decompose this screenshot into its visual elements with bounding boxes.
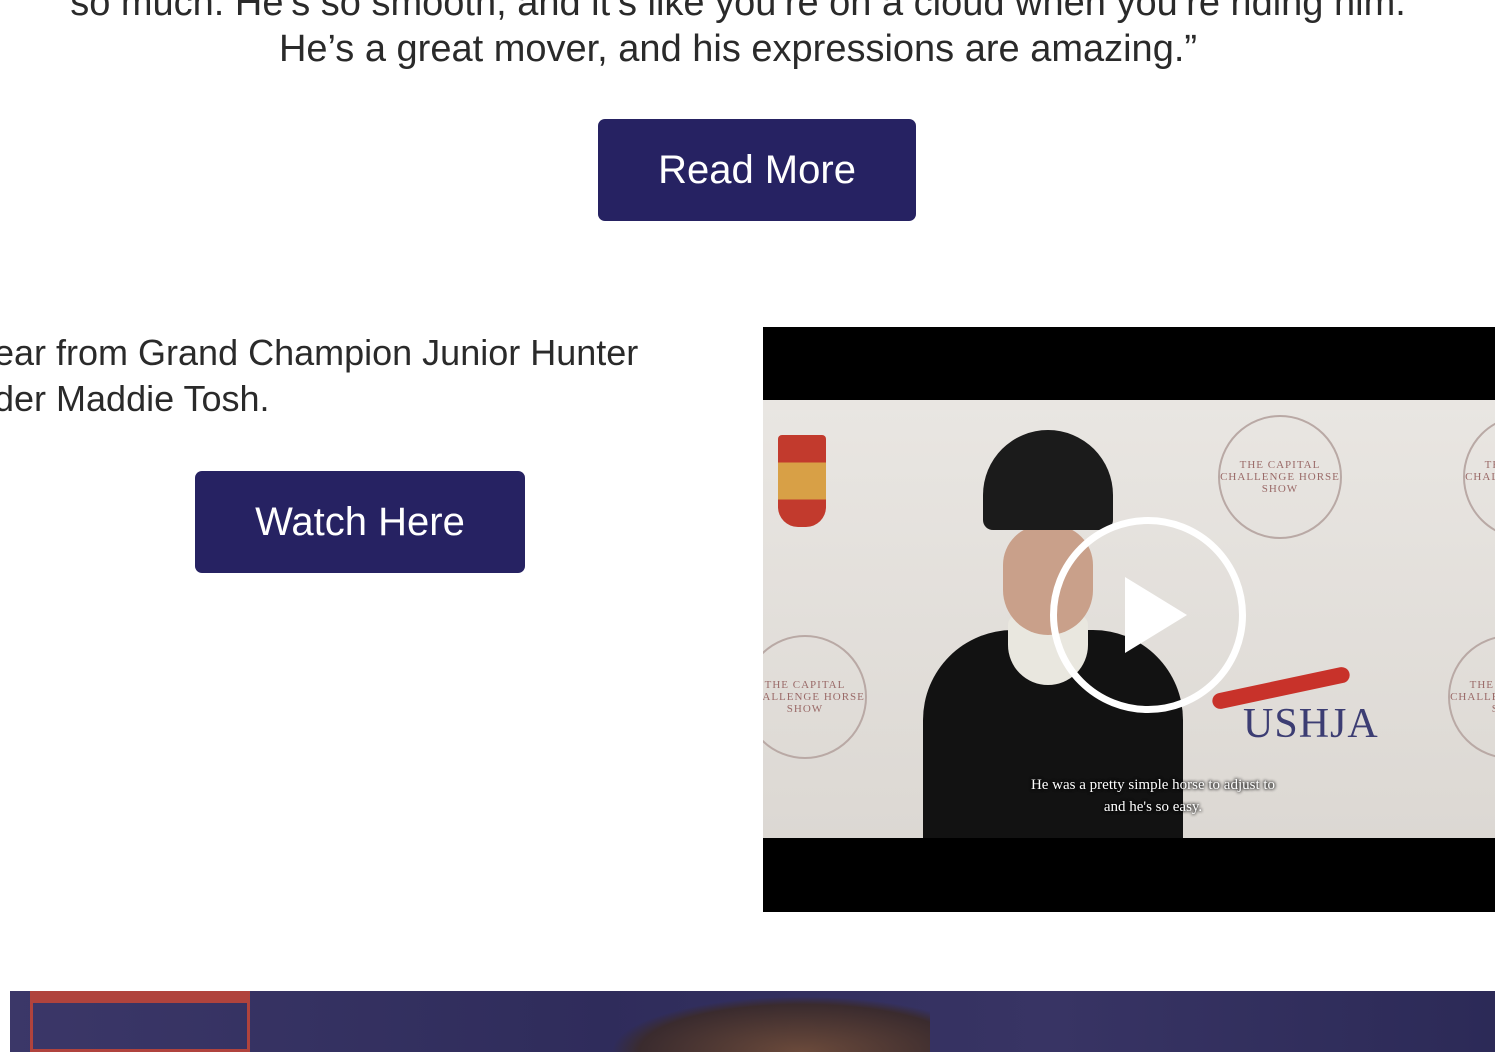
- video-player[interactable]: THE CAPITAL CHALLENGE HORSE SHOW THE CAP…: [763, 327, 1495, 912]
- capital-challenge-seal-top-right: THE CAPITAL CHALLENGE HORSE SHOW: [1463, 415, 1495, 539]
- banner-red-frame: [30, 991, 250, 1052]
- watch-here-button[interactable]: Watch Here: [195, 471, 525, 573]
- quote-line-2: He’s a great mover, and his expressions …: [278, 28, 1198, 70]
- intro-line-2: der Maddie Tosh.: [0, 378, 270, 419]
- intro-text: ear from Grand Champion Junior Hunter de…: [0, 330, 734, 422]
- bottom-banner-image: [10, 991, 1495, 1052]
- banner-rider-silhouette: [610, 996, 930, 1052]
- ushja-logo: USHJA: [1243, 701, 1379, 747]
- play-button[interactable]: [1050, 517, 1246, 713]
- video-caption: He was a pretty simple horse to adjust t…: [763, 774, 1495, 818]
- caption-line-2: and he's so easy.: [1103, 799, 1203, 815]
- capital-challenge-seal-right: THE CAPITAL CHALLENGE HORSE SHOW: [1448, 635, 1495, 759]
- intro-line-1: ear from Grand Champion Junior Hunter: [0, 332, 639, 373]
- caption-line-1: He was a pretty simple horse to adjust t…: [1030, 777, 1276, 793]
- rider-helmet: [983, 430, 1113, 530]
- crest-logo: [778, 435, 826, 527]
- capital-challenge-seal: THE CAPITAL CHALLENGE HORSE SHOW: [1218, 415, 1342, 539]
- capital-challenge-seal-left: THE CAPITAL CHALLENGE HORSE SHOW: [763, 635, 867, 759]
- quote-line-1: so much. He’s so smooth, and it’s like y…: [70, 0, 1406, 24]
- quote-text: so much. He’s so smooth, and it’s like y…: [8, 0, 1468, 72]
- read-more-button[interactable]: Read More: [598, 119, 916, 221]
- play-icon: [1125, 577, 1187, 653]
